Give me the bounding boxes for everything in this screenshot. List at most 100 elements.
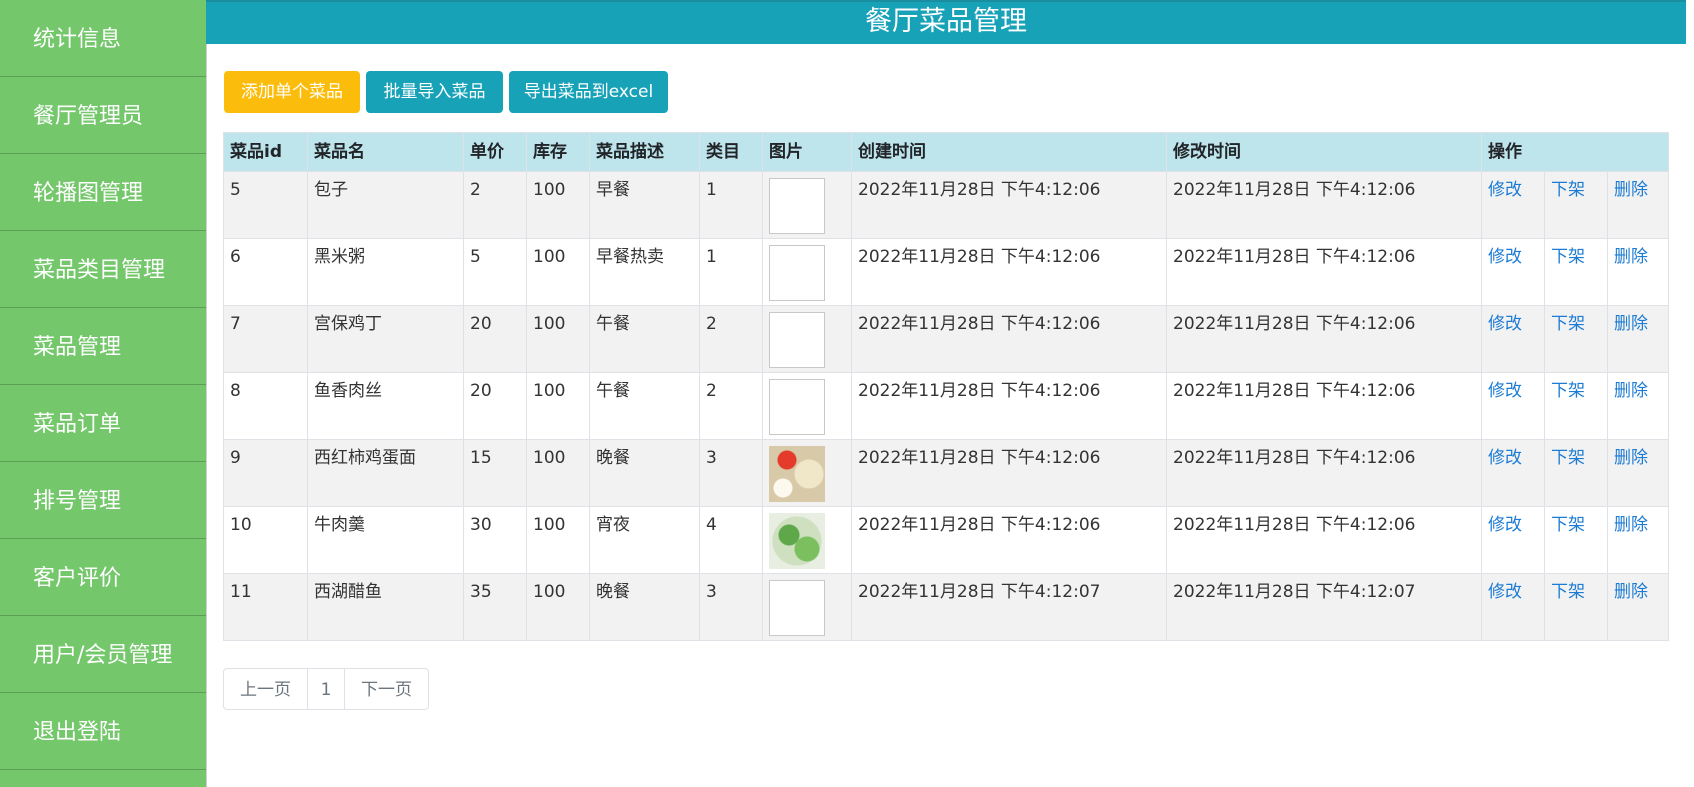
sidebar: 统计信息 餐厅管理员 轮播图管理 菜品类目管理 菜品管理 菜品订单 排号管理 客… — [0, 0, 207, 787]
column-header-category: 类目 — [699, 132, 763, 172]
cell-stock: 100 — [526, 372, 590, 440]
delete-link[interactable]: 删除 — [1614, 448, 1648, 468]
batch-import-button[interactable]: 批量导入菜品 — [366, 71, 503, 113]
delete-link-cell: 删除 — [1606, 439, 1670, 507]
sidebar-item-reviews[interactable]: 客户评价 — [0, 539, 206, 616]
offshelf-link[interactable]: 下架 — [1551, 448, 1585, 468]
edit-link-cell: 修改 — [1481, 372, 1545, 440]
delete-link[interactable]: 删除 — [1614, 582, 1648, 602]
cell-price: 20 — [463, 305, 527, 373]
cell-stock: 100 — [526, 171, 590, 239]
delete-link[interactable]: 删除 — [1614, 180, 1648, 200]
edit-link[interactable]: 修改 — [1488, 314, 1522, 334]
prev-page-button[interactable]: 上一页 — [224, 669, 308, 709]
delete-link[interactable]: 删除 — [1614, 247, 1648, 267]
cell-name: 西红柿鸡蛋面 — [307, 439, 464, 507]
table-header-row: 菜品id 菜品名 单价 库存 菜品描述 类目 图片 创建时间 修改时间 操作 — [223, 132, 1670, 172]
offshelf-link-cell: 下架 — [1544, 573, 1608, 641]
delete-link[interactable]: 删除 — [1614, 515, 1648, 535]
offshelf-link[interactable]: 下架 — [1551, 314, 1585, 334]
offshelf-link[interactable]: 下架 — [1551, 515, 1585, 535]
cell-category: 3 — [699, 573, 763, 641]
cell-created: 2022年11月28日 下午4:12:06 — [851, 171, 1167, 239]
cell-category: 4 — [699, 506, 763, 574]
edit-link-cell: 修改 — [1481, 439, 1545, 507]
cell-id: 11 — [223, 573, 308, 641]
edit-link[interactable]: 修改 — [1488, 381, 1522, 401]
cell-stock: 100 — [526, 439, 590, 507]
cell-modified: 2022年11月28日 下午4:12:06 — [1166, 171, 1482, 239]
offshelf-link-cell: 下架 — [1544, 506, 1608, 574]
page-1-button[interactable]: 1 — [308, 669, 345, 709]
cell-image — [762, 238, 852, 306]
offshelf-link[interactable]: 下架 — [1551, 582, 1585, 602]
cell-description: 早餐热卖 — [589, 238, 700, 306]
cell-category: 1 — [699, 171, 763, 239]
cell-category: 2 — [699, 372, 763, 440]
cell-id: 6 — [223, 238, 308, 306]
cell-category: 1 — [699, 238, 763, 306]
edit-link-cell: 修改 — [1481, 238, 1545, 306]
cell-modified: 2022年11月28日 下午4:12:06 — [1166, 439, 1482, 507]
cell-name: 牛肉羹 — [307, 506, 464, 574]
offshelf-link[interactable]: 下架 — [1551, 180, 1585, 200]
broken-image-icon — [769, 312, 825, 368]
cell-image — [762, 372, 852, 440]
export-excel-button[interactable]: 导出菜品到excel — [509, 71, 668, 113]
broken-image-icon — [769, 379, 825, 435]
delete-link-cell: 删除 — [1606, 305, 1670, 373]
cell-created: 2022年11月28日 下午4:12:06 — [851, 372, 1167, 440]
cell-description: 午餐 — [589, 372, 700, 440]
edit-link[interactable]: 修改 — [1488, 247, 1522, 267]
cell-price: 5 — [463, 238, 527, 306]
table-row: 7 宫保鸡丁 20 100 午餐 2 2022年11月28日 下午4:12:06 2022年1… — [223, 305, 1670, 373]
delete-link[interactable]: 删除 — [1614, 314, 1648, 334]
cell-price: 20 — [463, 372, 527, 440]
tomato-noodle-photo — [769, 446, 825, 502]
column-header-id: 菜品id — [223, 132, 308, 172]
column-header-modified: 修改时间 — [1166, 132, 1482, 172]
delete-link[interactable]: 删除 — [1614, 381, 1648, 401]
sidebar-item-members[interactable]: 用户/会员管理 — [0, 616, 206, 693]
cell-name: 包子 — [307, 171, 464, 239]
edit-link[interactable]: 修改 — [1488, 180, 1522, 200]
cell-category: 3 — [699, 439, 763, 507]
edit-link[interactable]: 修改 — [1488, 515, 1522, 535]
cell-category: 2 — [699, 305, 763, 373]
sidebar-item-logout[interactable]: 退出登陆 — [0, 693, 206, 770]
pagination: 上一页 1 下一页 — [223, 668, 429, 710]
offshelf-link-cell: 下架 — [1544, 305, 1608, 373]
edit-link[interactable]: 修改 — [1488, 582, 1522, 602]
broken-image-icon — [769, 580, 825, 636]
delete-link-cell: 删除 — [1606, 171, 1670, 239]
next-page-button[interactable]: 下一页 — [345, 669, 428, 709]
column-header-name: 菜品名 — [307, 132, 464, 172]
cell-modified: 2022年11月28日 下午4:12:06 — [1166, 238, 1482, 306]
offshelf-link[interactable]: 下架 — [1551, 381, 1585, 401]
cell-id: 5 — [223, 171, 308, 239]
offshelf-link[interactable]: 下架 — [1551, 247, 1585, 267]
table-row: 6 黑米粥 5 100 早餐热卖 1 2022年11月28日 下午4:12:06 2022年1… — [223, 238, 1670, 306]
sidebar-item-restaurant-admin[interactable]: 餐厅管理员 — [0, 77, 206, 154]
sidebar-item-dish-orders[interactable]: 菜品订单 — [0, 385, 206, 462]
table-row: 5 包子 2 100 早餐 1 2022年11月28日 下午4:12:06 2022年11月2… — [223, 171, 1670, 239]
cell-description: 宵夜 — [589, 506, 700, 574]
sidebar-item-statistics[interactable]: 统计信息 — [0, 0, 206, 77]
offshelf-link-cell: 下架 — [1544, 439, 1608, 507]
add-dish-button[interactable]: 添加单个菜品 — [224, 71, 360, 113]
cell-name: 鱼香肉丝 — [307, 372, 464, 440]
cell-created: 2022年11月28日 下午4:12:06 — [851, 238, 1167, 306]
column-header-created: 创建时间 — [851, 132, 1167, 172]
offshelf-link-cell: 下架 — [1544, 171, 1608, 239]
cell-stock: 100 — [526, 506, 590, 574]
cell-image — [762, 439, 852, 507]
page-title: 餐厅菜品管理 — [206, 0, 1686, 44]
cell-modified: 2022年11月28日 下午4:12:06 — [1166, 506, 1482, 574]
sidebar-item-carousel[interactable]: 轮播图管理 — [0, 154, 206, 231]
edit-link-cell: 修改 — [1481, 305, 1545, 373]
sidebar-item-dish-category[interactable]: 菜品类目管理 — [0, 231, 206, 308]
sidebar-item-dish-management[interactable]: 菜品管理 — [0, 308, 206, 385]
sidebar-item-queue[interactable]: 排号管理 — [0, 462, 206, 539]
edit-link[interactable]: 修改 — [1488, 448, 1522, 468]
cell-created: 2022年11月28日 下午4:12:06 — [851, 305, 1167, 373]
